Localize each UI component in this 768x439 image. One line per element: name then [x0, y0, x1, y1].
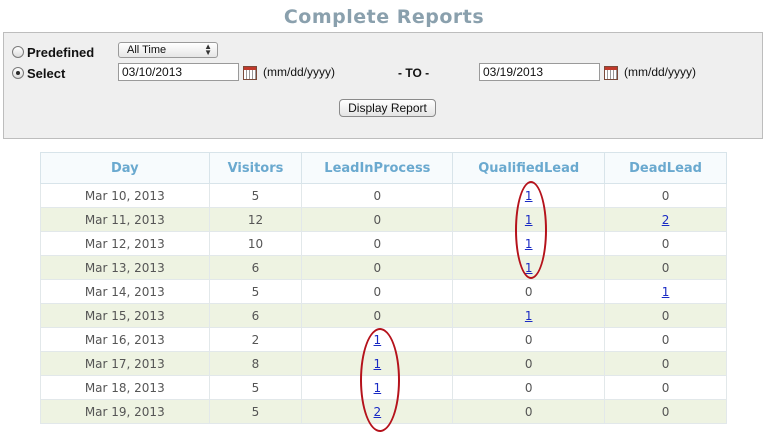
header-lead-in-process[interactable]: LeadInProcess — [301, 152, 454, 184]
cell-day: Mar 19, 2013 — [40, 399, 210, 424]
dropdown-arrow-icon: ▲ ▼ — [204, 42, 212, 57]
cell-dead-lead: 0 — [604, 231, 727, 256]
cell-day: Mar 14, 2013 — [40, 279, 210, 304]
cell-visitors: 5 — [208, 183, 303, 208]
cell-visitors: 8 — [208, 351, 303, 376]
cell-lead-in-process: 0 — [301, 303, 454, 328]
cell-qualified-lead-link[interactable]: 1 — [525, 261, 533, 275]
filter-panel: Predefined All Time ▲ ▼ Select 03/10/2013… — [3, 32, 763, 139]
cell-visitors: 5 — [208, 399, 303, 424]
cell-qualified-lead: 1 — [452, 183, 606, 208]
cell-dead-lead: 0 — [604, 327, 727, 352]
cell-dead-lead: 2 — [604, 207, 727, 232]
cell-qualified-lead: 0 — [452, 375, 606, 400]
cell-day: Mar 11, 2013 — [40, 207, 210, 232]
cell-qualified-lead: 1 — [452, 231, 606, 256]
table-row: Mar 16, 2013 2 1 0 0 — [40, 327, 727, 352]
cell-qualified-lead: 0 — [452, 279, 606, 304]
cell-visitors: 12 — [208, 207, 303, 232]
select-label: Select — [27, 65, 66, 81]
header-dead-lead[interactable]: DeadLead — [604, 152, 727, 184]
cell-qualified-lead: 1 — [452, 255, 606, 280]
table-row: Mar 19, 2013 5 2 0 0 — [40, 399, 727, 424]
cell-qualified-lead: 1 — [452, 207, 606, 232]
header-visitors[interactable]: Visitors — [208, 152, 303, 184]
cell-lead-in-process: 1 — [301, 327, 454, 352]
cell-qualified-lead-link[interactable]: 1 — [525, 213, 533, 227]
cell-dead-lead: 0 — [604, 375, 727, 400]
table-row: Mar 18, 2013 5 1 0 0 — [40, 375, 727, 400]
to-date-input[interactable]: 03/19/2013 — [479, 63, 600, 81]
cell-day: Mar 17, 2013 — [40, 351, 210, 376]
cell-dead-lead: 0 — [604, 399, 727, 424]
cell-day: Mar 12, 2013 — [40, 231, 210, 256]
cell-day: Mar 10, 2013 — [40, 183, 210, 208]
table-row: Mar 14, 2013 5 0 0 1 — [40, 279, 727, 304]
cell-day: Mar 18, 2013 — [40, 375, 210, 400]
table-row: Mar 10, 2013 5 0 1 0 — [40, 183, 727, 208]
cell-dead-lead: 0 — [604, 303, 727, 328]
display-report-button[interactable]: Display Report — [339, 99, 436, 117]
to-date-format: (mm/dd/yyyy) — [624, 65, 696, 79]
cell-lead-in-process-link[interactable]: 1 — [374, 357, 382, 371]
report-table: Day Visitors LeadInProcess QualifiedLead… — [40, 152, 727, 424]
report-page: Complete Reports Predefined All Time ▲ ▼ … — [0, 0, 768, 439]
cell-dead-lead-link[interactable]: 1 — [662, 285, 670, 299]
cell-dead-lead: 0 — [604, 351, 727, 376]
cell-visitors: 6 — [208, 255, 303, 280]
table-row: Mar 13, 2013 6 0 1 0 — [40, 255, 727, 280]
cell-lead-in-process: 0 — [301, 255, 454, 280]
cell-lead-in-process: 1 — [301, 351, 454, 376]
table-row: Mar 11, 2013 12 0 1 2 — [40, 207, 727, 232]
cell-lead-in-process: 2 — [301, 399, 454, 424]
select-radio[interactable] — [12, 67, 24, 79]
calendar-icon[interactable] — [243, 66, 257, 80]
cell-lead-in-process: 1 — [301, 375, 454, 400]
cell-visitors: 5 — [208, 279, 303, 304]
cell-lead-in-process: 0 — [301, 231, 454, 256]
cell-day: Mar 16, 2013 — [40, 327, 210, 352]
select-option[interactable]: Select — [12, 63, 65, 83]
cell-qualified-lead-link[interactable]: 1 — [525, 237, 533, 251]
cell-lead-in-process-link[interactable]: 2 — [374, 405, 382, 419]
cell-qualified-lead-link[interactable]: 1 — [525, 189, 533, 203]
cell-lead-in-process: 0 — [301, 279, 454, 304]
cell-qualified-lead: 1 — [452, 303, 606, 328]
calendar-icon[interactable] — [604, 66, 618, 80]
cell-dead-lead-link[interactable]: 2 — [662, 213, 670, 227]
table-row: Mar 12, 2013 10 0 1 0 — [40, 231, 727, 256]
cell-lead-in-process-link[interactable]: 1 — [374, 333, 382, 347]
cell-dead-lead: 0 — [604, 183, 727, 208]
header-qualified-lead[interactable]: QualifiedLead — [452, 152, 606, 184]
cell-qualified-lead-link[interactable]: 1 — [525, 309, 533, 323]
cell-qualified-lead: 0 — [452, 327, 606, 352]
cell-visitors: 6 — [208, 303, 303, 328]
cell-qualified-lead: 0 — [452, 351, 606, 376]
predefined-radio[interactable] — [12, 46, 24, 58]
table-row: Mar 15, 2013 6 0 1 0 — [40, 303, 727, 328]
predefined-label: Predefined — [27, 44, 95, 60]
cell-visitors: 5 — [208, 375, 303, 400]
header-day[interactable]: Day — [40, 152, 210, 184]
cell-visitors: 2 — [208, 327, 303, 352]
table-row: Mar 17, 2013 8 1 0 0 — [40, 351, 727, 376]
cell-qualified-lead: 0 — [452, 399, 606, 424]
cell-dead-lead: 1 — [604, 279, 727, 304]
predefined-option[interactable]: Predefined — [12, 42, 94, 62]
cell-day: Mar 15, 2013 — [40, 303, 210, 328]
cell-dead-lead: 0 — [604, 255, 727, 280]
to-label: - TO - — [398, 66, 430, 80]
table-header-row: Day Visitors LeadInProcess QualifiedLead… — [40, 152, 727, 184]
predefined-range-value: All Time — [127, 44, 167, 56]
cell-lead-in-process: 0 — [301, 183, 454, 208]
cell-lead-in-process-link[interactable]: 1 — [374, 381, 382, 395]
cell-lead-in-process: 0 — [301, 207, 454, 232]
cell-visitors: 10 — [208, 231, 303, 256]
from-date-format: (mm/dd/yyyy) — [263, 65, 335, 79]
predefined-range-select[interactable]: All Time ▲ ▼ — [118, 42, 218, 58]
from-date-input[interactable]: 03/10/2013 — [118, 63, 239, 81]
cell-day: Mar 13, 2013 — [40, 255, 210, 280]
page-title: Complete Reports — [283, 6, 485, 28]
